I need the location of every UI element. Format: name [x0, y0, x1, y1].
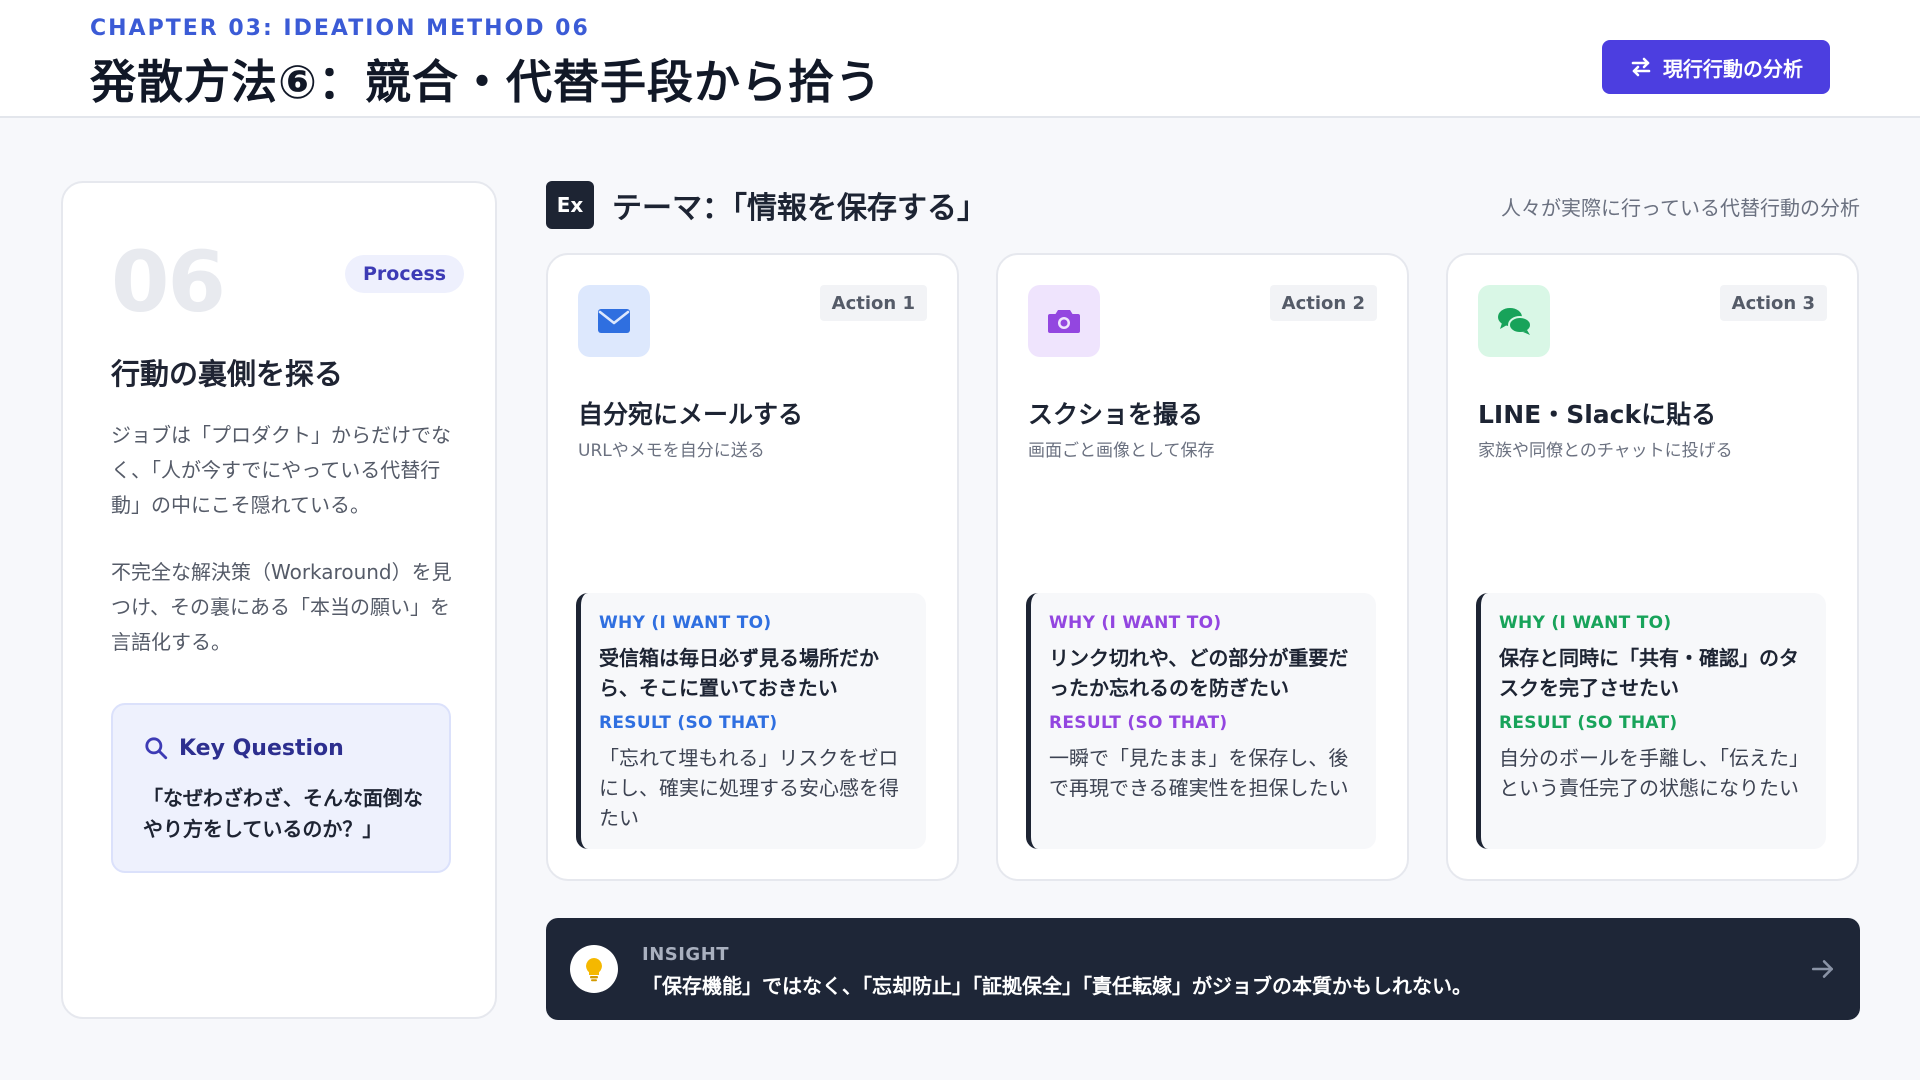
result-text: 自分のボールを手離し、「伝えた」という責任完了の状態になりたい — [1499, 746, 1799, 800]
panel-heading: 行動の裏側を探る — [111, 357, 344, 391]
action-card-2: Action 2 スクショを撮る 画面ごと画像として保存 WHY (I WANT… — [996, 253, 1409, 881]
chat-bubbles-icon — [1498, 308, 1532, 335]
action-title: スクショを撮る — [1028, 400, 1204, 429]
button-label: 現行行動の分析 — [1663, 56, 1803, 81]
why-label: WHY (I WANT TO) — [1499, 613, 1672, 633]
why-result-box: WHY (I WANT TO) リンク切れや、どの部分が重要だったか忘れるのを防… — [1026, 593, 1376, 849]
key-question-box: Key Question 「なぜわざわざ、そんな面倒なやり方をしているのか？」 — [111, 703, 451, 873]
action-card-3: Action 3 LINE・Slackに貼る 家族や同僚とのチャットに投げる W… — [1446, 253, 1859, 881]
swap-icon — [1631, 57, 1651, 77]
envelope-icon — [598, 309, 630, 333]
why-text: リンク切れや、どの部分が重要だったか忘れるのを防ぎたい — [1049, 646, 1349, 700]
chapter-label: CHAPTER 03: IDEATION METHOD 06 — [90, 16, 590, 41]
result-label: RESULT (SO THAT) — [599, 713, 778, 733]
camera-icon — [1048, 310, 1080, 333]
panel-paragraph-2: 不完全な解決策（Workaround）を見つけ、その裏にある「本当の願い」を言語… — [111, 560, 452, 654]
why-label: WHY (I WANT TO) — [1049, 613, 1222, 633]
result-label: RESULT (SO THAT) — [1499, 713, 1678, 733]
method-panel: 06 Process 行動の裏側を探る ジョブは「プロダクト」からだけでなく、「… — [61, 181, 497, 1019]
action-title: 自分宛にメールする — [578, 400, 804, 429]
why-result-box: WHY (I WANT TO) 受信箱は毎日必ず見る場所だから、そこに置いておき… — [576, 593, 926, 849]
action-subtitle: URLやメモを自分に送る — [578, 441, 765, 461]
result-label: RESULT (SO THAT) — [1049, 713, 1228, 733]
key-question-label: Key Question — [179, 735, 344, 761]
why-text: 受信箱は毎日必ず見る場所だから、そこに置いておきたい — [599, 646, 879, 700]
result-text: 一瞬で「見たまま」を保存し、後で再現できる確実性を担保したい — [1049, 746, 1349, 800]
process-badge: Process — [345, 255, 465, 293]
lightbulb-icon-circle — [570, 945, 618, 993]
search-icon — [145, 737, 168, 760]
key-question-text: 「なぜわざわざ、そんな面倒なやり方をしているのか？」 — [143, 786, 423, 841]
action-tag: Action 3 — [1719, 285, 1827, 321]
step-number: 06 — [111, 233, 226, 331]
action-title: LINE・Slackに貼る — [1478, 400, 1717, 429]
example-badge: Ex — [546, 181, 594, 229]
action-tag: Action 1 — [819, 285, 927, 321]
page-header: CHAPTER 03: IDEATION METHOD 06 発散方法⑥：競合・… — [0, 0, 1920, 118]
why-result-box: WHY (I WANT TO) 保存と同時に「共有・確認」のタスクを完了させたい… — [1476, 593, 1826, 849]
why-label: WHY (I WANT TO) — [599, 613, 772, 633]
action-card-1: Action 1 自分宛にメールする URLやメモを自分に送る WHY (I W… — [546, 253, 959, 881]
card-icon-box — [578, 285, 650, 357]
why-text: 保存と同時に「共有・確認」のタスクを完了させたい — [1499, 646, 1799, 700]
current-behavior-analysis-button[interactable]: 現行行動の分析 — [1602, 40, 1830, 94]
action-subtitle: 画面ごと画像として保存 — [1028, 441, 1215, 461]
action-tag: Action 2 — [1269, 285, 1377, 321]
insight-bar[interactable]: INSIGHT 「保存機能」ではなく、「忘却防止」「証拠保全」「責任転嫁」がジョ… — [546, 918, 1860, 1020]
page-title: 発散方法⑥：競合・代替手段から拾う — [90, 55, 882, 109]
insight-text: 「保存機能」ではなく、「忘却防止」「証拠保全」「責任転嫁」がジョブの本質かもしれ… — [642, 974, 1472, 998]
arrow-right-icon[interactable] — [1810, 956, 1836, 982]
theme-title: テーマ：「情報を保存する」 — [612, 191, 987, 226]
card-icon-box — [1478, 285, 1550, 357]
theme-subtitle: 人々が実際に行っている代替行動の分析 — [1501, 196, 1860, 220]
card-icon-box — [1028, 285, 1100, 357]
panel-paragraph-1: ジョブは「プロダクト」からだけでなく、「人が今すでにやっている代替行動」の中にこ… — [111, 423, 451, 517]
action-subtitle: 家族や同僚とのチャットに投げる — [1478, 441, 1733, 461]
result-text: 「忘れて埋もれる」リスクをゼロにし、確実に処理する安心感を得たい — [599, 746, 899, 830]
key-question-title: Key Question — [143, 735, 344, 761]
insight-label: INSIGHT — [642, 944, 730, 965]
lightbulb-icon — [586, 958, 602, 982]
